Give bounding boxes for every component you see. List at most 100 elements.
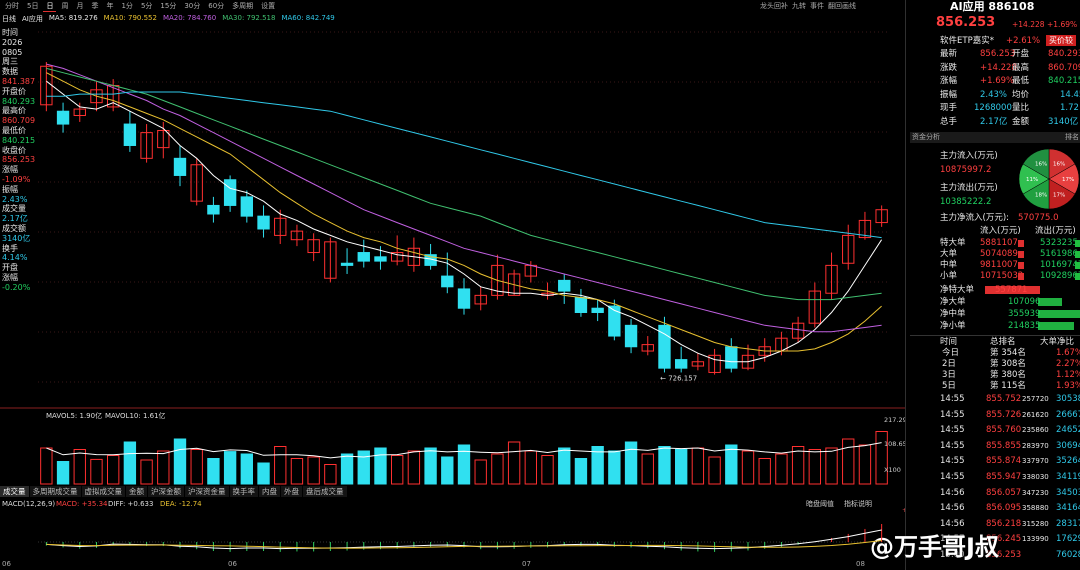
rank-row: 2日 第 308名 2.27% bbox=[910, 359, 1080, 370]
indicator-tab[interactable]: 盘后成交量 bbox=[303, 486, 347, 497]
candle-body bbox=[725, 346, 738, 369]
volume-bar bbox=[808, 449, 822, 485]
info-item: 开盘 bbox=[2, 263, 18, 273]
info-item: 841.387 bbox=[2, 76, 36, 86]
indicator-tab[interactable]: 换手率 bbox=[229, 486, 258, 497]
indicator-tab[interactable]: 金额 bbox=[126, 486, 147, 497]
tick-row: 14:56 856.095358880 34164 bbox=[910, 501, 1080, 516]
stat-value: +1.69% bbox=[980, 76, 1015, 86]
indicator-tab[interactable]: 成交量 bbox=[0, 486, 29, 497]
info-item: 0805 bbox=[2, 47, 23, 57]
stat-value: 860.709 bbox=[1048, 62, 1080, 73]
toolbar-item[interactable]: 事件 bbox=[810, 1, 824, 11]
stat-label: 现手 bbox=[940, 103, 958, 113]
flow-in-bar bbox=[1018, 262, 1024, 269]
period-tab[interactable]: 30分 bbox=[181, 1, 203, 11]
volume-bar bbox=[858, 444, 872, 485]
stat-value: 840.293 bbox=[1048, 49, 1080, 59]
flow-out: 10169747 bbox=[1040, 260, 1080, 270]
info-item: 2.43% bbox=[2, 194, 28, 204]
rank-tab[interactable]: 排名 bbox=[1065, 132, 1079, 143]
stat-row: 涨幅 +1.69% 最低 840.215 bbox=[910, 75, 1080, 88]
volume-bar bbox=[758, 458, 771, 485]
period-tab[interactable]: 周 bbox=[58, 1, 71, 11]
period-tab[interactable]: 设置 bbox=[258, 1, 278, 11]
stat-label: 最低 bbox=[1012, 76, 1030, 86]
macd-action: 指标说明 bbox=[844, 499, 872, 508]
info-item: 数据 bbox=[2, 67, 18, 77]
kline-chart[interactable]: 873.1840.8808.0775.5742.3709.7677.5744.9… bbox=[0, 24, 905, 486]
period-tab[interactable]: 15分 bbox=[157, 1, 179, 11]
net-bar bbox=[1038, 322, 1074, 330]
ma60-line bbox=[46, 91, 882, 239]
period-tab[interactable]: 月 bbox=[73, 1, 86, 11]
candle-body bbox=[223, 179, 237, 206]
info-item: 最高价 bbox=[2, 106, 26, 116]
stat-value: 1.72 bbox=[1060, 103, 1079, 113]
tick-count: 28317 bbox=[1056, 518, 1080, 529]
period-tab[interactable]: 5分 bbox=[138, 1, 155, 11]
period-tab[interactable]: 分时 bbox=[2, 1, 22, 11]
info-item: 3140亿 bbox=[2, 233, 31, 243]
rank-ratio: 1.93% bbox=[1056, 381, 1080, 391]
period-tab[interactable]: 日 bbox=[43, 1, 57, 12]
stat-value: 1268000 bbox=[974, 103, 1012, 113]
indicator-tab[interactable]: 多周期成交量 bbox=[29, 486, 81, 497]
info-item: 成交量 bbox=[2, 204, 26, 214]
macd-chart[interactable]: MACD(12,26,9) MACD: +35.34 DIFF: +0.633 DEA… bbox=[0, 498, 905, 568]
indicator-tab[interactable]: 沪深金额 bbox=[148, 486, 184, 497]
period-tab[interactable]: 多周期 bbox=[229, 1, 256, 11]
flow-in-bar bbox=[1018, 251, 1024, 258]
indicator-tab[interactable]: 沪深资金量 bbox=[185, 486, 229, 497]
tick-row: 14:55 855.752257720 30538 bbox=[910, 392, 1080, 407]
macd-label: MACD(12,26,9) bbox=[2, 500, 55, 508]
volume-bar bbox=[524, 450, 538, 485]
candle-body bbox=[357, 252, 370, 262]
main-outflow-label: 主力流出(万元) bbox=[940, 183, 998, 193]
toolbar-item[interactable]: 翻回画线 bbox=[828, 1, 856, 11]
tick-time: 14:55 bbox=[940, 409, 965, 420]
main-outflow-value: 10385222.2 bbox=[940, 197, 992, 207]
volume-bar bbox=[40, 447, 53, 485]
period-tab[interactable]: 60分 bbox=[205, 1, 227, 11]
macd-value: MACD: +35.34 bbox=[56, 500, 108, 508]
volume-bar bbox=[140, 459, 153, 485]
ma60-value: MA60: 842.749 bbox=[281, 14, 335, 22]
flow-in: 9811007 bbox=[980, 260, 1018, 270]
period-tab[interactable]: 1分 bbox=[118, 1, 135, 11]
stat-label: 振幅 bbox=[940, 89, 958, 100]
indicator-tab[interactable]: 虚拟成交量 bbox=[81, 486, 125, 497]
candle-body bbox=[591, 307, 604, 313]
tick-volume: 358880 bbox=[1022, 504, 1049, 513]
info-item: 振幅 bbox=[2, 184, 18, 194]
toolbar-right: 龙头回补 九转 事件 翻回画线 bbox=[760, 1, 902, 11]
fund-analysis-tab[interactable]: 资金分析 bbox=[912, 132, 940, 143]
flow-in-bar bbox=[1018, 273, 1024, 280]
stat-label: 最高 bbox=[1012, 62, 1030, 73]
indicator-tab[interactable]: 外盘 bbox=[281, 486, 302, 497]
net-inflow-label: 主力净流入(万元): bbox=[940, 213, 1009, 223]
info-item: -0.20% bbox=[2, 282, 31, 292]
x-axis-label: 08 bbox=[856, 560, 865, 568]
chart-type-label: 日线 bbox=[2, 15, 16, 23]
rank-period: 今日 bbox=[942, 348, 960, 358]
index-name: AI应用 bbox=[22, 15, 43, 23]
period-tab[interactable]: 季 bbox=[88, 1, 101, 11]
period-tab[interactable]: 年 bbox=[103, 1, 116, 11]
period-tab[interactable]: 5日 bbox=[24, 1, 41, 11]
flow-name: 小单 bbox=[940, 271, 958, 281]
stat-label: 涨幅 bbox=[940, 76, 958, 86]
related-etf-name[interactable]: 软件ETP嘉实* bbox=[940, 35, 994, 48]
stat-label: 总手 bbox=[940, 116, 958, 127]
volume-bar bbox=[223, 451, 237, 485]
indicator-tab[interactable]: 内盘 bbox=[259, 486, 280, 497]
toolbar-item[interactable]: 九转 bbox=[792, 1, 806, 11]
low-price-label: ← 726.157 bbox=[660, 374, 697, 382]
rating-button[interactable]: 买价较 bbox=[1046, 35, 1076, 46]
flow-out-bar bbox=[1075, 273, 1080, 280]
tick-price: 856.095 bbox=[986, 503, 1022, 514]
tick-volume: 257720 bbox=[1022, 395, 1049, 403]
volume-bar bbox=[407, 450, 421, 485]
rank-row: 今日 第 354名 1.67% bbox=[910, 348, 1080, 359]
toolbar-item[interactable]: 龙头回补 bbox=[760, 1, 788, 11]
